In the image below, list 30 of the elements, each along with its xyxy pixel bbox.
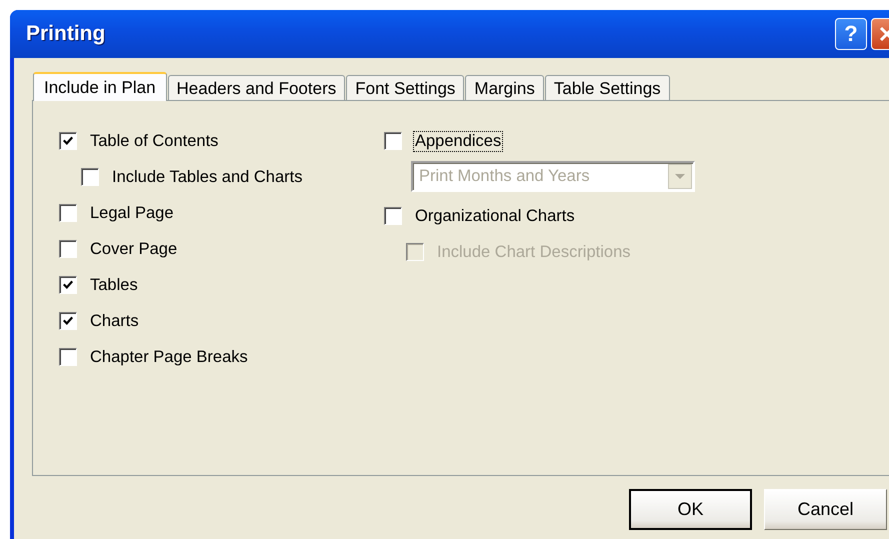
checkmark-icon: [62, 315, 74, 327]
window-title: Printing: [25, 22, 106, 46]
checkbox[interactable]: [81, 168, 99, 186]
checkbox-label[interactable]: Charts: [88, 310, 141, 332]
tab[interactable]: Headers and Footers: [168, 75, 346, 100]
checkbox[interactable]: [59, 204, 77, 222]
checkbox[interactable]: [59, 312, 77, 330]
checkbox[interactable]: [59, 240, 77, 258]
checkbox-label[interactable]: Appendices: [413, 130, 504, 152]
checkbox-label[interactable]: Organizational Charts: [413, 206, 577, 226]
tab[interactable]: Margins: [465, 75, 544, 100]
checkbox[interactable]: [384, 207, 402, 225]
checkbox[interactable]: [384, 132, 402, 150]
checkbox-label[interactable]: Cover Page: [88, 238, 180, 260]
checkbox[interactable]: [59, 132, 77, 150]
dialog-button[interactable]: Cancel: [764, 489, 887, 530]
checkbox[interactable]: [59, 276, 77, 294]
checkbox-label[interactable]: Chapter Page Breaks: [88, 346, 250, 368]
checkbox-label[interactable]: Tables: [88, 274, 140, 296]
help-button[interactable]: ?: [835, 18, 867, 50]
checkbox-label[interactable]: Table of Contents: [88, 130, 220, 152]
tab[interactable]: Table Settings: [544, 75, 670, 100]
checkmark-icon: [62, 279, 74, 291]
tab[interactable]: Include in Plan: [33, 72, 167, 101]
checkbox-label[interactable]: Include Tables and Charts: [110, 166, 304, 188]
checkmark-icon: [62, 135, 74, 147]
checkbox[interactable]: [59, 348, 77, 366]
dialog-button[interactable]: OK: [629, 489, 752, 530]
checkbox-label[interactable]: Legal Page: [88, 202, 176, 224]
tab[interactable]: Font Settings: [346, 75, 464, 100]
